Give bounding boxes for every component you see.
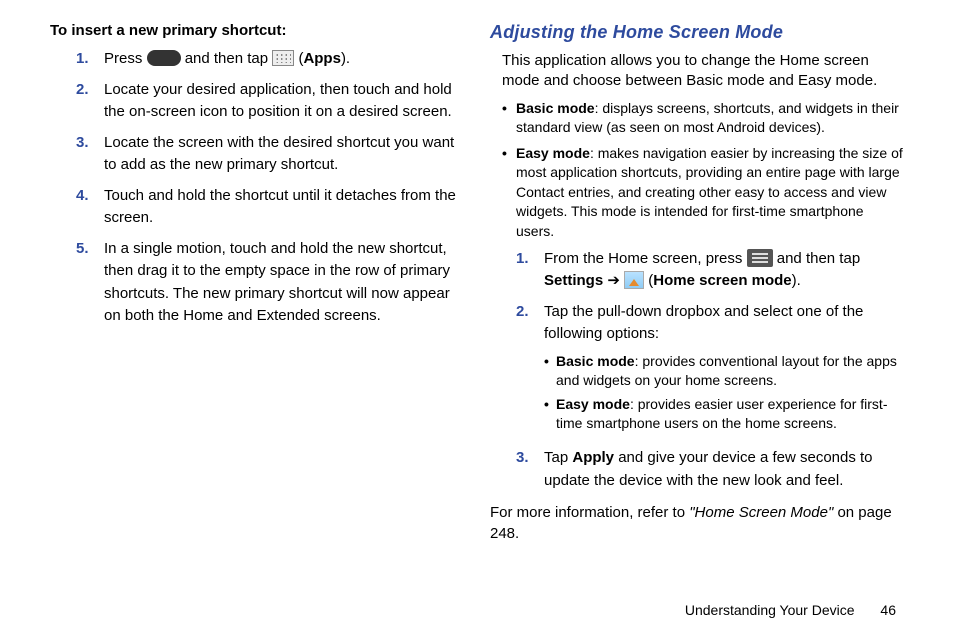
step-content: Press and then tap (Apps).: [104, 48, 464, 71]
apps-label: Apps: [303, 50, 341, 67]
text: From the Home screen, press: [544, 250, 747, 267]
bullet-mark: •: [544, 395, 556, 433]
step-number: 4.: [76, 185, 104, 230]
reference-title: "Home Screen Mode": [689, 504, 833, 521]
bullet-basic: • Basic mode: displays screens, shortcut…: [502, 99, 904, 138]
bullet-mark: •: [502, 144, 516, 242]
section-name: Understanding Your Device: [685, 602, 855, 618]
sub-bullet-easy: • Easy mode: provides easier user experi…: [544, 395, 904, 433]
text: Tap the pull-down dropbox and select one…: [544, 303, 863, 343]
sub-bullet-basic: • Basic mode: provides conventional layo…: [544, 352, 904, 390]
bullet-label: Basic mode: [516, 100, 595, 116]
step-number: 2.: [76, 79, 104, 124]
right-bullets: • Basic mode: displays screens, shortcut…: [502, 99, 904, 242]
hsm-label: Home screen mode: [653, 272, 791, 289]
page-footer: Understanding Your Device 46: [685, 602, 896, 618]
step-content: Touch and hold the shortcut until it det…: [104, 185, 464, 230]
apps-grid-icon: [272, 50, 294, 66]
left-step-4: 4. Touch and hold the shortcut until it …: [76, 185, 464, 230]
bullet-content: Basic mode: provides conventional layout…: [556, 352, 904, 390]
right-column: Adjusting the Home Screen Mode This appl…: [490, 22, 904, 544]
left-step-1: 1. Press and then tap (Apps).: [76, 48, 464, 71]
left-steps: 1. Press and then tap (Apps). 2. Locate …: [76, 48, 464, 328]
step-content: In a single motion, touch and hold the n…: [104, 238, 464, 328]
right-heading: Adjusting the Home Screen Mode: [490, 22, 904, 43]
for-more-info: For more information, refer to "Home Scr…: [490, 502, 904, 544]
bullet-content: Basic mode: displays screens, shortcuts,…: [516, 99, 904, 138]
text: ).: [792, 272, 801, 289]
step-number: 1.: [516, 248, 544, 293]
right-step-2: 2. Tap the pull-down dropbox and select …: [516, 301, 904, 440]
text: Tap: [544, 449, 572, 466]
text: and then tap: [185, 50, 273, 67]
right-step-1: 1. From the Home screen, press and then …: [516, 248, 904, 293]
step-content: Locate your desired application, then to…: [104, 79, 464, 124]
menu-button-icon: [747, 249, 773, 267]
right-steps: 1. From the Home screen, press and then …: [516, 248, 904, 493]
text: Press: [104, 50, 147, 67]
step-number: 3.: [516, 447, 544, 492]
step-content: Locate the screen with the desired short…: [104, 132, 464, 177]
right-intro: This application allows you to change th…: [502, 51, 904, 92]
bullet-content: Easy mode: provides easier user experien…: [556, 395, 904, 433]
left-step-3: 3. Locate the screen with the desired sh…: [76, 132, 464, 177]
home-button-icon: [147, 50, 181, 66]
page-number: 46: [880, 602, 896, 618]
step-number: 5.: [76, 238, 104, 328]
arrow-icon: ➔: [603, 272, 624, 289]
bullet-mark: •: [544, 352, 556, 390]
settings-label: Settings: [544, 272, 603, 289]
left-step-2: 2. Locate your desired application, then…: [76, 79, 464, 124]
bullet-label: Easy mode: [516, 145, 590, 161]
bullet-label: Easy mode: [556, 396, 630, 412]
step-content: From the Home screen, press and then tap…: [544, 248, 904, 293]
left-step-5: 5. In a single motion, touch and hold th…: [76, 238, 464, 328]
bullet-mark: •: [502, 99, 516, 138]
left-column: To insert a new primary shortcut: 1. Pre…: [50, 22, 464, 544]
bullet-label: Basic mode: [556, 353, 635, 369]
home-screen-mode-icon: [624, 271, 644, 289]
step-number: 1.: [76, 48, 104, 71]
bullet-easy: • Easy mode: makes navigation easier by …: [502, 144, 904, 242]
step-number: 2.: [516, 301, 544, 440]
right-step-3: 3. Tap Apply and give your device a few …: [516, 447, 904, 492]
text: For more information, refer to: [490, 504, 689, 521]
sub-bullets: • Basic mode: provides conventional layo…: [544, 352, 904, 434]
text: ).: [341, 50, 350, 67]
apply-label: Apply: [572, 449, 614, 466]
bullet-content: Easy mode: makes navigation easier by in…: [516, 144, 904, 242]
step-content: Tap Apply and give your device a few sec…: [544, 447, 904, 492]
step-content: Tap the pull-down dropbox and select one…: [544, 301, 904, 440]
left-heading: To insert a new primary shortcut:: [50, 22, 464, 39]
step-number: 3.: [76, 132, 104, 177]
text: and then tap: [777, 250, 860, 267]
